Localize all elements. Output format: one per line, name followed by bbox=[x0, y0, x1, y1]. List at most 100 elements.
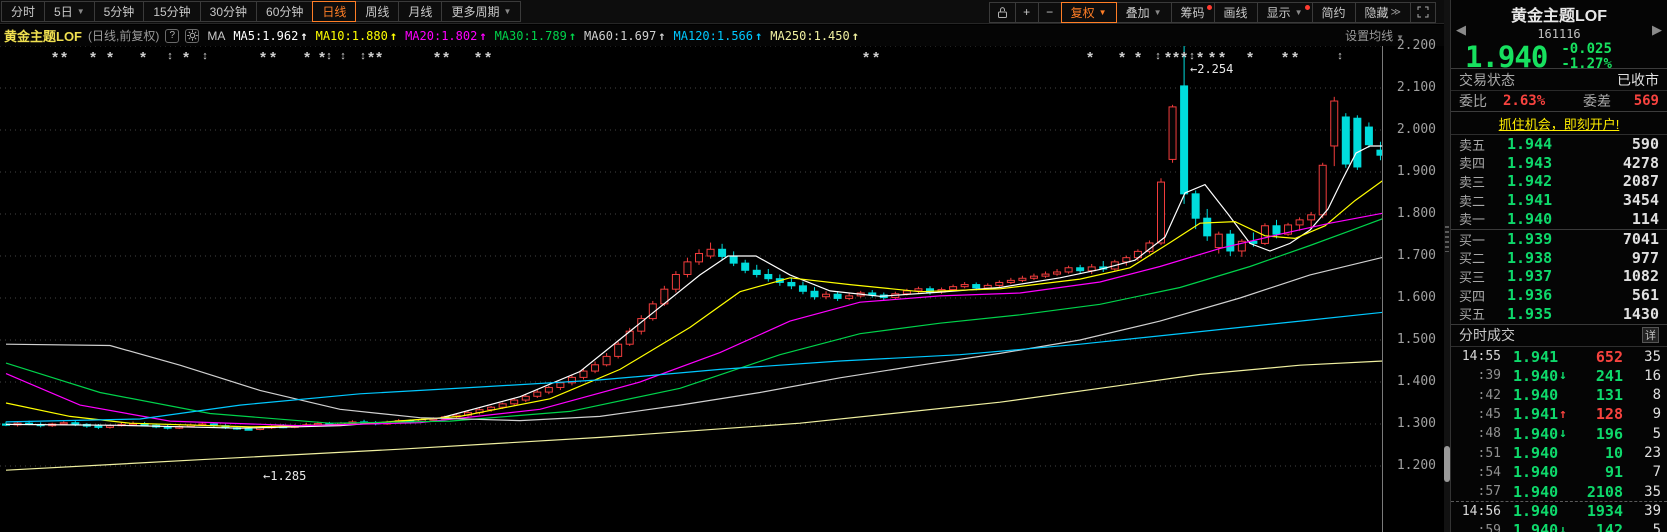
event-marker-icon[interactable]: ↕ bbox=[167, 50, 173, 62]
event-marker-icon[interactable]: * bbox=[1119, 49, 1125, 66]
event-marker-icon[interactable]: ↕ bbox=[360, 50, 366, 62]
event-marker-icon[interactable]: * bbox=[304, 49, 310, 66]
gear-icon[interactable] bbox=[185, 29, 199, 43]
trade-row[interactable]: :451.941↑1289 bbox=[1451, 405, 1667, 424]
help-icon[interactable]: ? bbox=[165, 29, 179, 43]
event-marker-icon[interactable]: * bbox=[863, 49, 869, 66]
candle-body bbox=[684, 262, 691, 275]
tab-5分钟[interactable]: 5分钟 bbox=[94, 1, 145, 22]
weibi-value: 2.63% bbox=[1503, 93, 1545, 109]
tab-分时[interactable]: 分时 bbox=[1, 1, 45, 22]
event-marker-icon[interactable]: ↕ bbox=[1337, 50, 1343, 62]
tab-15分钟[interactable]: 15分钟 bbox=[143, 1, 200, 22]
event-marker-icon[interactable]: * bbox=[443, 49, 449, 66]
detail-button[interactable]: 详 bbox=[1642, 327, 1659, 343]
event-marker-icon[interactable]: * bbox=[434, 49, 440, 66]
book-row-卖二[interactable]: 卖二1.9413454 bbox=[1451, 191, 1667, 210]
book-row-卖四[interactable]: 卖四1.9434278 bbox=[1451, 154, 1667, 173]
event-marker-icon[interactable]: * bbox=[1087, 49, 1093, 66]
candle-body bbox=[846, 296, 853, 299]
trade-row[interactable]: :571.940210835 bbox=[1451, 482, 1667, 501]
tick-trades-list[interactable]: 14:551.94165235:391.940↓24116:421.940131… bbox=[1451, 347, 1667, 532]
tab-5日[interactable]: 5日▼ bbox=[44, 1, 95, 22]
event-marker-icon[interactable]: * bbox=[1292, 49, 1298, 66]
fullscreen-icon-button[interactable] bbox=[1410, 2, 1436, 23]
tool-隐藏[interactable]: 隐藏≫ bbox=[1355, 2, 1411, 23]
event-marker-icon[interactable]: * bbox=[1247, 49, 1253, 66]
notification-dot bbox=[1207, 5, 1212, 10]
weibi-label: 委比 bbox=[1459, 91, 1487, 111]
trade-row[interactable]: :391.940↓24116 bbox=[1451, 366, 1667, 385]
event-marker-icon[interactable]: ↕ bbox=[1189, 50, 1195, 62]
tool-简约[interactable]: 简约 bbox=[1312, 2, 1356, 23]
event-marker-icon[interactable]: ↕ bbox=[202, 50, 208, 62]
book-row-买五[interactable]: 买五1.9351430 bbox=[1451, 304, 1667, 323]
tool-复权[interactable]: 复权▼ bbox=[1061, 2, 1117, 23]
trade-row[interactable]: :421.9401318 bbox=[1451, 386, 1667, 405]
candle-body bbox=[765, 274, 772, 278]
event-marker-icon[interactable]: * bbox=[873, 49, 879, 66]
tool-zoom-out[interactable]: − bbox=[1038, 2, 1062, 23]
event-marker-icon[interactable]: * bbox=[260, 49, 266, 66]
event-marker-icon[interactable]: * bbox=[61, 49, 67, 66]
tab-日线[interactable]: 日线 bbox=[312, 1, 356, 22]
book-row-卖三[interactable]: 卖三1.9422087 bbox=[1451, 172, 1667, 191]
trade-row[interactable]: :541.940917 bbox=[1451, 463, 1667, 482]
candle-body bbox=[1319, 165, 1326, 215]
book-row-买一[interactable]: 买一1.9397041 bbox=[1451, 230, 1667, 249]
trade-row[interactable]: :511.9401023 bbox=[1451, 443, 1667, 462]
tab-60分钟[interactable]: 60分钟 bbox=[256, 1, 313, 22]
trade-time: :57 bbox=[1457, 484, 1501, 499]
event-marker-icon[interactable]: * bbox=[1282, 49, 1288, 66]
book-volume: 7041 bbox=[1623, 230, 1659, 248]
trade-row[interactable]: :481.940↓1965 bbox=[1451, 424, 1667, 443]
chevron-down-icon: ▼ bbox=[1154, 8, 1162, 17]
trade-row[interactable]: 14:551.94165235 bbox=[1451, 347, 1667, 366]
book-row-买三[interactable]: 买三1.9371082 bbox=[1451, 267, 1667, 286]
event-marker-icon[interactable]: * bbox=[52, 49, 58, 66]
ma-value-ma60: MA60:1.697↑ bbox=[584, 29, 665, 43]
candle-body bbox=[1019, 278, 1026, 280]
next-stock-arrow-icon[interactable]: ▶ bbox=[1652, 22, 1662, 38]
tab-月线[interactable]: 月线 bbox=[398, 1, 442, 22]
tab-30分钟[interactable]: 30分钟 bbox=[200, 1, 257, 22]
event-marker-icon[interactable]: ↕ bbox=[340, 50, 346, 62]
prev-stock-arrow-icon[interactable]: ◀ bbox=[1456, 22, 1466, 38]
event-marker-icon[interactable]: * bbox=[183, 49, 189, 66]
event-marker-icon[interactable]: ↕ bbox=[326, 50, 332, 62]
event-marker-icon[interactable]: * bbox=[1181, 49, 1187, 66]
open-account-link[interactable]: 抓住机会，即刻开户! bbox=[1499, 114, 1620, 133]
event-marker-icon[interactable]: * bbox=[1165, 49, 1171, 66]
trade-count: 5 bbox=[1623, 426, 1661, 442]
event-marker-icon[interactable]: * bbox=[376, 49, 382, 66]
tab-更多周期[interactable]: 更多周期▼ bbox=[441, 1, 521, 22]
tool-叠加[interactable]: 叠加▼ bbox=[1116, 2, 1172, 23]
tab-周线[interactable]: 周线 bbox=[355, 1, 399, 22]
event-marker-icon[interactable]: * bbox=[1173, 49, 1179, 66]
tool-画线[interactable]: 画线 bbox=[1214, 2, 1258, 23]
book-row-卖一[interactable]: 卖一1.940114 bbox=[1451, 209, 1667, 228]
lock-icon-button[interactable] bbox=[989, 2, 1016, 23]
event-marker-icon[interactable]: * bbox=[90, 49, 96, 66]
event-marker-icon[interactable]: * bbox=[270, 49, 276, 66]
event-marker-icon[interactable]: * bbox=[140, 49, 146, 66]
tool-显示[interactable]: 显示▼ bbox=[1257, 2, 1313, 23]
book-row-买四[interactable]: 买四1.936561 bbox=[1451, 286, 1667, 305]
price-annotation: ←2.254 bbox=[1190, 62, 1233, 76]
event-marker-icon[interactable]: * bbox=[485, 49, 491, 66]
event-marker-icon[interactable]: * bbox=[368, 49, 374, 66]
ma-value-ma120: MA120:1.566↑ bbox=[674, 29, 763, 43]
book-price: 1.938 bbox=[1507, 249, 1552, 267]
book-row-卖五[interactable]: 卖五1.944590 bbox=[1451, 135, 1667, 154]
event-marker-icon[interactable]: * bbox=[1135, 49, 1141, 66]
event-marker-icon[interactable]: * bbox=[107, 49, 113, 66]
event-marker-icon[interactable]: * bbox=[319, 49, 325, 66]
tool-筹码[interactable]: 筹码 bbox=[1171, 2, 1215, 23]
book-row-买二[interactable]: 买二1.938977 bbox=[1451, 249, 1667, 268]
trade-row[interactable]: 14:561.940193439 bbox=[1451, 501, 1667, 520]
candlestick-chart[interactable]: *****↕*↕****↕↕↕***********↕***↕******↕←2… bbox=[0, 46, 1383, 532]
event-marker-icon[interactable]: * bbox=[475, 49, 481, 66]
trade-row[interactable]: :591.940↓1425 bbox=[1451, 521, 1667, 532]
event-marker-icon[interactable]: ↕ bbox=[1155, 50, 1161, 62]
tool-zoom-in[interactable]: + bbox=[1015, 2, 1039, 23]
